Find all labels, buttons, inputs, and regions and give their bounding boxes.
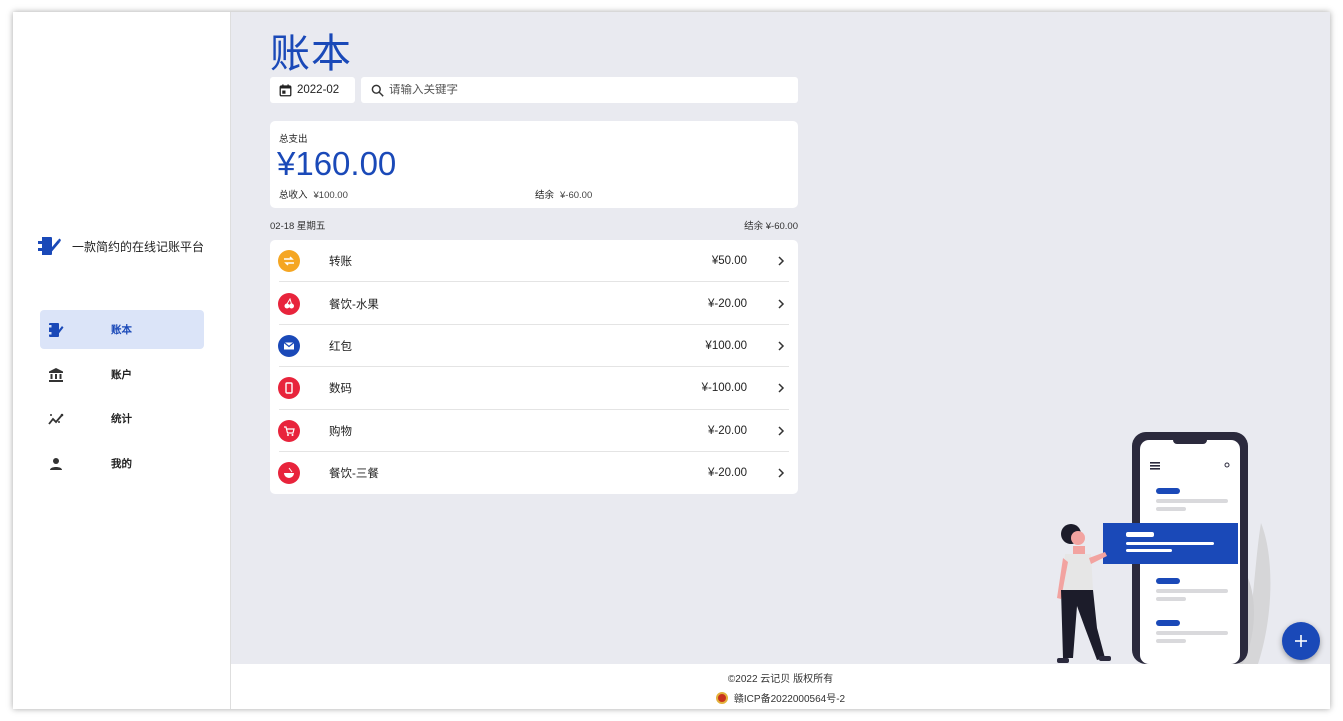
transaction-amount: ¥-100.00 (701, 382, 747, 395)
transaction-amount: ¥100.00 (705, 339, 747, 352)
day-balance: 结余 ¥-60.00 (744, 221, 798, 232)
transaction-list: 转账 ¥50.00 餐饮-水果 ¥-20.00 红包 ¥100.00 数码 ¥-… (270, 240, 798, 494)
chevron-right-icon (778, 299, 785, 309)
transaction-name: 转账 (329, 256, 352, 269)
month-picker-button[interactable]: 2022-02 (270, 77, 355, 103)
page-title: 账本 (270, 32, 352, 76)
chevron-right-icon (778, 341, 785, 351)
chevron-right-icon (778, 256, 785, 266)
calendar-icon (279, 83, 292, 96)
sidebar-item-label: 账本 (111, 324, 132, 336)
sidebar-nav: 账本 账户 统计 我的 (40, 310, 204, 488)
app-logo-icon (38, 237, 61, 255)
transaction-row[interactable]: 红包 ¥100.00 (270, 325, 798, 368)
transaction-row[interactable]: 餐饮-三餐 ¥-20.00 (270, 452, 798, 494)
transfer-icon (278, 250, 300, 273)
phone-icon (278, 377, 300, 400)
transaction-amount: ¥-20.00 (707, 424, 747, 437)
sidebar: 一款简约的在线记账平台 账本 账户 统计 我的 (13, 12, 231, 709)
copyright-text: ©2022 云记贝 版权所有 (727, 674, 834, 685)
app-window: 一款简约的在线记账平台 账本 账户 统计 我的 账本 2022-02 请输入关键… (13, 12, 1330, 709)
person-icon (50, 457, 62, 470)
plus-icon (1295, 635, 1307, 647)
chevron-right-icon (778, 383, 785, 393)
sidebar-item-profile[interactable]: 我的 (40, 444, 204, 483)
police-emblem-icon (715, 692, 728, 704)
envelope-icon (278, 334, 300, 357)
app-slogan: 一款简约的在线记账平台 (72, 239, 205, 254)
transaction-name: 红包 (329, 340, 352, 353)
search-input[interactable] (389, 84, 789, 96)
balance-amount: ¥-60.00 (560, 190, 593, 201)
transaction-row[interactable]: 购物 ¥-20.00 (270, 410, 798, 453)
income-summary: 总收入 ¥100.00 (279, 187, 348, 201)
day-date: 02-18 星期五 (270, 221, 326, 232)
transaction-row[interactable]: 转账 ¥50.00 (270, 240, 798, 283)
bank-icon (49, 367, 63, 382)
chevron-right-icon (778, 426, 785, 436)
transaction-row[interactable]: 餐饮-水果 ¥-20.00 (270, 282, 798, 326)
sidebar-item-stats[interactable]: 统计 (40, 399, 204, 438)
chart-icon (48, 413, 64, 425)
fruit-icon (278, 292, 300, 315)
sidebar-item-ledger[interactable]: 账本 (40, 310, 204, 349)
icp-text: 赣ICP备2022000564号-2 (733, 694, 846, 705)
transaction-amount: ¥-20.00 (707, 467, 747, 480)
sidebar-item-accounts[interactable]: 账户 (40, 355, 204, 394)
transaction-name: 购物 (329, 425, 352, 438)
sidebar-item-label: 我的 (111, 457, 132, 470)
ledger-icon (49, 323, 64, 337)
transaction-name: 餐饮-三餐 (329, 468, 379, 481)
bowl-icon (278, 462, 300, 485)
footer: ©2022 云记贝 版权所有 赣ICP备2022000564号-2 (231, 664, 1330, 709)
search-icon (371, 84, 384, 97)
transaction-amount: ¥50.00 (711, 255, 747, 268)
transaction-name: 餐饮-水果 (329, 298, 379, 311)
cart-icon (278, 419, 300, 442)
expense-amount: ¥160.00 (277, 145, 397, 182)
month-value: 2022-02 (297, 84, 340, 96)
icp-record[interactable]: 赣ICP备2022000564号-2 (231, 690, 1330, 705)
income-amount: ¥100.00 (313, 190, 348, 201)
summary-card: 总支出 ¥160.00 总收入 ¥100.00 结余 ¥-60.00 (270, 121, 798, 208)
chevron-right-icon (778, 468, 785, 478)
transaction-row[interactable]: 数码 ¥-100.00 (270, 367, 798, 410)
transaction-name: 数码 (329, 383, 352, 396)
transaction-amount: ¥-20.00 (707, 297, 747, 310)
balance-label: 结余 (535, 190, 555, 201)
expense-label: 总支出 (279, 134, 308, 145)
sidebar-item-label: 统计 (111, 413, 132, 425)
phone-illustration (1057, 432, 1271, 664)
balance-summary: 结余 ¥-60.00 (535, 187, 592, 201)
brand: 一款简约的在线记账平台 (37, 234, 204, 258)
sidebar-item-label: 账户 (111, 368, 132, 381)
add-record-button[interactable] (1282, 622, 1320, 660)
income-label: 总收入 (279, 190, 308, 201)
search-box[interactable] (361, 77, 798, 103)
